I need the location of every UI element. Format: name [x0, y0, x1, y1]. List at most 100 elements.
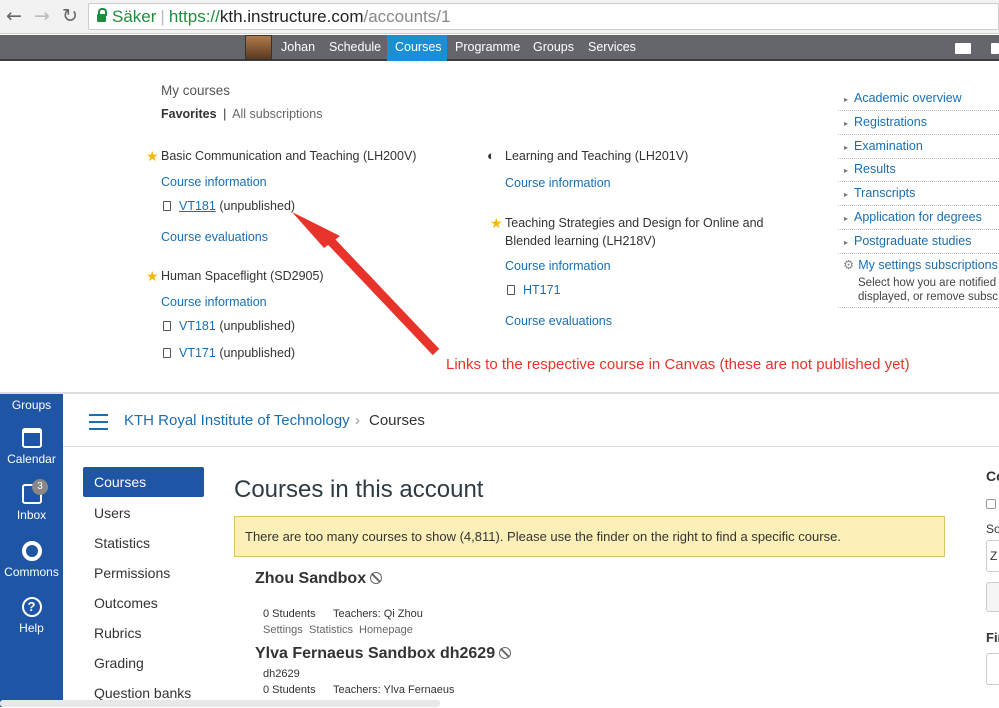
nav-commons[interactable]: Commons: [0, 541, 63, 579]
sidenav-users[interactable]: Users: [83, 498, 204, 528]
homepage-link[interactable]: Homepage: [359, 624, 413, 636]
course-information-link[interactable]: Course information: [505, 176, 611, 190]
reload-button[interactable]: ↻: [62, 5, 78, 27]
unpublished-icon: [370, 572, 383, 584]
course-evaluations-link[interactable]: Course evaluations: [161, 230, 268, 244]
search-button[interactable]: [986, 582, 999, 612]
course-finder-panel: Co So Z Fin: [957, 460, 999, 707]
back-button[interactable]: ←: [6, 5, 22, 27]
sidenav-statistics[interactable]: Statistics: [83, 528, 204, 558]
document-icon: [163, 321, 171, 331]
filter-checkbox[interactable]: [986, 499, 996, 509]
global-nav: Groups Calendar Inbox 3 Commons ? Help: [0, 394, 63, 707]
nav-groups[interactable]: Groups: [0, 398, 63, 412]
course-name[interactable]: Ylva Fernaeus Sandbox dh2629: [255, 645, 512, 663]
address-bar[interactable]: Säker | https://kth.instructure.com/accoun…: [88, 3, 999, 30]
course-title: Learning and Teaching (LH201V): [505, 149, 689, 163]
round-link[interactable]: HT171: [523, 283, 561, 297]
settings-box: ⚙ My settings subscriptions Select how yo…: [838, 254, 999, 308]
settings-subscriptions-link[interactable]: My settings subscriptions: [858, 258, 998, 272]
filter-all-subscriptions[interactable]: All subscriptions: [232, 107, 322, 121]
menu-user[interactable]: Johan: [273, 35, 323, 61]
half-moon-icon: ◐: [487, 148, 495, 163]
browser-toolbar: ← → ↻ Säker | https://kth.instructure.com/…: [0, 0, 999, 34]
sidenav-courses[interactable]: Courses: [83, 467, 204, 497]
find-course-input[interactable]: [986, 653, 999, 685]
breadcrumb: KTH Royal Institute of Technology › Cour…: [63, 394, 999, 447]
nav-calendar[interactable]: Calendar: [0, 428, 63, 466]
course-information-link[interactable]: Course information: [161, 295, 267, 309]
my-courses-heading: My courses: [161, 83, 231, 98]
student-count: 0 Students: [263, 684, 316, 696]
transcripts-link[interactable]: ▸ Transcripts: [838, 182, 999, 206]
sidenav-outcomes[interactable]: Outcomes: [83, 588, 204, 618]
sort-select[interactable]: Z: [986, 540, 999, 572]
academic-overview-link[interactable]: ▸ Academic overview: [838, 87, 999, 111]
filter-favorites[interactable]: Favorites: [161, 107, 217, 121]
statistics-link[interactable]: Statistics: [309, 624, 353, 636]
horizontal-scrollbar[interactable]: [0, 700, 440, 707]
postgraduate-studies-link[interactable]: ▸ Postgraduate studies: [838, 230, 999, 254]
examination-link[interactable]: ▸ Examination: [838, 135, 999, 159]
course-title-line2: Blended learning (LH218V): [505, 234, 656, 248]
course-round: VT181 (unpublished): [163, 319, 295, 333]
menu-services[interactable]: Services: [580, 35, 644, 61]
nav-help[interactable]: ? Help: [0, 597, 63, 635]
help-icon: ?: [21, 597, 42, 617]
teachers: Teachers: Qi Zhou: [333, 608, 423, 620]
course-code: dh2629: [263, 668, 300, 680]
avatar[interactable]: [245, 35, 272, 60]
inbox-badge: 3: [32, 479, 48, 495]
sidenav-permissions[interactable]: Permissions: [83, 558, 204, 588]
favorite-star-icon[interactable]: ★: [146, 148, 159, 165]
forward-button[interactable]: →: [34, 5, 50, 27]
breadcrumb-root[interactable]: KTH Royal Institute of Technology: [124, 412, 350, 429]
favorite-star-icon[interactable]: ★: [146, 268, 159, 285]
settings-link[interactable]: Settings: [263, 624, 303, 636]
results-link[interactable]: ▸ Results: [838, 158, 999, 182]
round-link[interactable]: VT181: [179, 319, 216, 333]
menu-schedule[interactable]: Schedule: [321, 35, 389, 61]
round-link[interactable]: VT181: [179, 199, 216, 213]
warning-banner: There are too many courses to show (4,81…: [234, 516, 945, 557]
registrations-link[interactable]: ▸ Registrations: [838, 111, 999, 135]
lock-icon: [97, 8, 107, 22]
unpublished-icon: [499, 647, 512, 659]
favorite-star-icon[interactable]: ★: [490, 215, 503, 232]
secure-label: Säker: [112, 7, 157, 26]
annotation-arrow: [292, 212, 440, 356]
course-round: HT171: [507, 283, 561, 297]
course-title-line1: Teaching Strategies and Design for Onlin…: [505, 216, 764, 230]
sidenav-rubrics[interactable]: Rubrics: [83, 618, 204, 648]
sidenav-grading[interactable]: Grading: [83, 648, 204, 678]
document-icon: [507, 285, 515, 295]
gear-icon: ⚙: [843, 258, 855, 272]
menu-courses[interactable]: Courses: [387, 35, 447, 61]
url-scheme: https://: [168, 7, 220, 26]
menu-programme[interactable]: Programme: [447, 35, 528, 61]
course-information-link[interactable]: Course information: [505, 259, 611, 273]
teachers: Teachers: Ylva Fernaeus: [333, 684, 455, 696]
hamburger-menu-icon[interactable]: [89, 414, 108, 435]
annotation-text: Links to the respective course in Canvas…: [446, 356, 910, 373]
kth-top-menu: Johan Schedule Courses Programme Groups …: [0, 35, 999, 61]
url-path: /accounts/1: [363, 7, 451, 26]
course-round: VT181 (unpublished): [163, 199, 295, 213]
application-for-degrees-link[interactable]: ▸ Application for degrees: [838, 206, 999, 230]
chevron-right-icon: ›: [355, 412, 360, 429]
course-evaluations-link[interactable]: Course evaluations: [505, 314, 612, 328]
course-filter: Favorites | All subscriptions: [161, 107, 323, 121]
menu-groups[interactable]: Groups: [525, 35, 582, 61]
course-name[interactable]: Zhou Sandbox: [255, 570, 383, 588]
chat-icon[interactable]: [991, 43, 999, 54]
calendar-icon: [21, 428, 42, 448]
round-link[interactable]: VT171: [179, 346, 216, 360]
course-information-link[interactable]: Course information: [161, 175, 267, 189]
document-icon: [163, 201, 171, 211]
url-host: kth.instructure.com: [219, 7, 364, 26]
commons-icon: [21, 541, 42, 561]
mail-icon[interactable]: [955, 43, 971, 54]
document-icon: [163, 348, 171, 358]
breadcrumb-current: Courses: [369, 412, 425, 429]
student-count: 0 Students: [263, 608, 316, 620]
